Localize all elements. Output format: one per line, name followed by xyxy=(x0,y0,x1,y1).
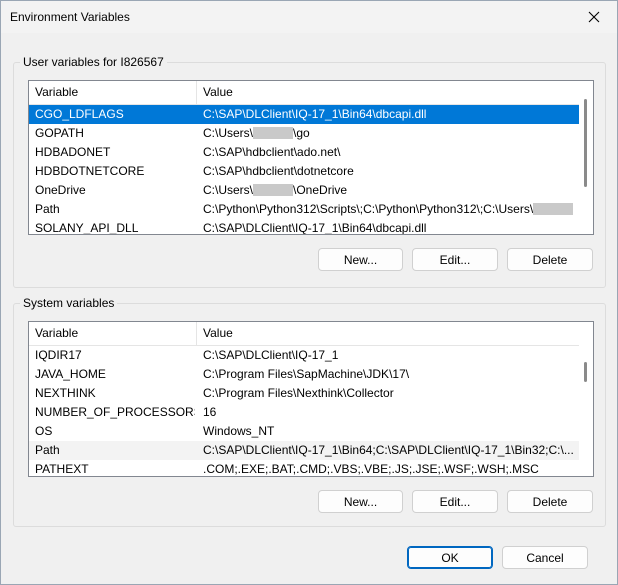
close-button[interactable] xyxy=(571,1,617,33)
variable-value: C:\SAP\DLClient\IQ-17_1\Bin64\dbcapi.dll xyxy=(203,219,575,234)
close-icon xyxy=(588,11,600,23)
value-text: C:\SAP\DLClient\IQ-17_1\Bin64\dbcapi.dll xyxy=(203,221,427,234)
redacted-username xyxy=(253,127,294,139)
variable-value: Windows_NT xyxy=(203,422,575,441)
title-bar: Environment Variables xyxy=(1,1,617,33)
environment-variables-dialog: Environment Variables User variables for… xyxy=(0,0,618,585)
value-text: C:\SAP\hdbclient\dotnetcore xyxy=(203,164,354,178)
variable-name: CGO_LDFLAGS xyxy=(35,107,124,121)
window-title: Environment Variables xyxy=(10,10,130,24)
system-list-header: Variable Value xyxy=(29,322,579,346)
variable-name: IQDIR17 xyxy=(35,348,82,362)
variable-name: PATHEXT xyxy=(35,462,89,476)
user-variable-row[interactable]: HDBADONET C:\SAP\hdbclient\ado.net\ xyxy=(29,143,579,162)
user-variable-row[interactable]: Path C:\Python\Python312\Scripts\;C:\Pyth… xyxy=(29,200,579,219)
system-variables-list[interactable]: Variable Value IQDIR17 C:\SAP\DLClient\IQ… xyxy=(28,321,594,477)
column-header-value[interactable]: Value xyxy=(197,322,579,345)
value-text: Windows_NT xyxy=(203,424,275,438)
user-variables-label: User variables for I826567 xyxy=(20,55,167,69)
variable-value: 16 xyxy=(203,403,575,422)
value-text: C:\SAP\DLClient\IQ-17_1 xyxy=(203,348,339,362)
column-header-value[interactable]: Value xyxy=(197,81,579,104)
variable-value: C:\Program Files\Nexthink\Collector xyxy=(203,384,575,403)
value-text: C:\Program Files\Nexthink\Collector xyxy=(203,386,394,400)
value-text: C:\Program Files\SapMachine\JDK\17\ xyxy=(203,367,410,381)
variable-value: C:\Users\ \go xyxy=(203,124,575,143)
ok-button[interactable]: OK xyxy=(407,546,493,569)
variable-name: OS xyxy=(35,424,53,438)
variable-name: SOLANY_API_DLL xyxy=(35,221,139,234)
user-list-header: Variable Value xyxy=(29,81,579,105)
variable-name: JAVA_HOME xyxy=(35,367,106,381)
system-list-scroll-thumb[interactable] xyxy=(584,362,587,382)
column-header-variable[interactable]: Variable xyxy=(29,81,197,104)
system-new-button[interactable]: New... xyxy=(318,490,403,513)
user-variables-list[interactable]: Variable Value CGO_LDFLAGS C:\SAP\DLClien… xyxy=(28,80,594,235)
system-variables-label: System variables xyxy=(20,296,118,310)
redacted-username xyxy=(533,203,574,215)
variable-value: C:\Program Files\SapMachine\JDK\17\ xyxy=(203,365,575,384)
variable-name: GOPATH xyxy=(35,126,84,140)
value-text: C:\Python\Python312\Scripts\;C:\Python\P… xyxy=(203,202,534,216)
system-variable-row[interactable]: OS Windows_NT xyxy=(29,422,579,441)
variable-name: HDBADONET xyxy=(35,145,111,159)
variable-name: Path xyxy=(35,443,60,457)
value-text-suffix: \OneDrive xyxy=(293,183,348,197)
system-delete-button[interactable]: Delete xyxy=(507,490,593,513)
variable-value: C:\SAP\DLClient\IQ-17_1\Bin64;C:\SAP\DLC… xyxy=(203,441,575,460)
variable-value: C:\Users\ \OneDrive xyxy=(203,181,575,200)
variable-name: NUMBER_OF_PROCESSORS xyxy=(35,405,195,419)
value-text: 16 xyxy=(203,405,217,419)
user-edit-button[interactable]: Edit... xyxy=(412,248,498,271)
user-list-body: CGO_LDFLAGS C:\SAP\DLClient\IQ-17_1\Bin64… xyxy=(29,105,579,234)
variable-value: .COM;.EXE;.BAT;.CMD;.VBS;.VBE;.JS;.JSE;.… xyxy=(203,460,575,476)
variable-value: C:\SAP\hdbclient\dotnetcore xyxy=(203,162,575,181)
variable-value: C:\SAP\DLClient\IQ-17_1 xyxy=(203,346,575,365)
variable-value: C:\SAP\hdbclient\ado.net\ xyxy=(203,143,575,162)
value-text: C:\SAP\DLClient\IQ-17_1\Bin64\dbcapi.dll xyxy=(203,107,427,121)
variable-name: OneDrive xyxy=(35,183,86,197)
value-text: C:\Users\ xyxy=(203,126,254,140)
variable-name: HDBDOTNETCORE xyxy=(35,164,145,178)
user-variable-row[interactable]: GOPATH C:\Users\ \go xyxy=(29,124,579,143)
redacted-username xyxy=(253,184,294,196)
system-variable-row[interactable]: NUMBER_OF_PROCESSORS 16 xyxy=(29,403,579,422)
user-list-scrollbar[interactable] xyxy=(579,81,593,234)
user-list-scroll-thumb[interactable] xyxy=(584,99,587,187)
user-variable-row[interactable]: OneDrive C:\Users\ \OneDrive xyxy=(29,181,579,200)
value-text-suffix: \go xyxy=(293,126,310,140)
user-variable-row[interactable]: CGO_LDFLAGS C:\SAP\DLClient\IQ-17_1\Bin64… xyxy=(29,105,579,124)
value-text: C:\Users\ xyxy=(203,183,254,197)
system-variable-row[interactable]: PATHEXT .COM;.EXE;.BAT;.CMD;.VBS;.VBE;.JS… xyxy=(29,460,579,476)
variable-name: Path xyxy=(35,202,60,216)
system-variable-row[interactable]: JAVA_HOME C:\Program Files\SapMachine\JDK… xyxy=(29,365,579,384)
user-variable-row[interactable]: SOLANY_API_DLL C:\SAP\DLClient\IQ-17_1\Bi… xyxy=(29,219,579,234)
system-edit-button[interactable]: Edit... xyxy=(412,490,498,513)
value-text: C:\SAP\hdbclient\ado.net\ xyxy=(203,145,341,159)
column-header-variable[interactable]: Variable xyxy=(29,322,197,345)
value-text: C:\SAP\DLClient\IQ-17_1\Bin64;C:\SAP\DLC… xyxy=(203,443,574,457)
system-variable-row[interactable]: IQDIR17 C:\SAP\DLClient\IQ-17_1 xyxy=(29,346,579,365)
variable-name: NEXTHINK xyxy=(35,386,96,400)
value-text: .COM;.EXE;.BAT;.CMD;.VBS;.VBE;.JS;.JSE;.… xyxy=(203,462,539,476)
user-delete-button[interactable]: Delete xyxy=(507,248,593,271)
variable-value: C:\Python\Python312\Scripts\;C:\Python\P… xyxy=(203,200,575,219)
system-list-body: IQDIR17 C:\SAP\DLClient\IQ-17_1 JAVA_HOME C… xyxy=(29,346,579,476)
user-variable-row[interactable]: HDBDOTNETCORE C:\SAP\hdbclient\dotnetcore xyxy=(29,162,579,181)
variable-value: C:\SAP\DLClient\IQ-17_1\Bin64\dbcapi.dll xyxy=(203,105,575,124)
system-variable-row[interactable]: NEXTHINK C:\Program Files\Nexthink\Collec… xyxy=(29,384,579,403)
user-new-button[interactable]: New... xyxy=(318,248,403,271)
system-variable-row[interactable]: Path C:\SAP\DLClient\IQ-17_1\Bin64;C:\SAP… xyxy=(29,441,579,460)
cancel-button[interactable]: Cancel xyxy=(502,546,588,569)
system-list-scrollbar[interactable] xyxy=(579,322,593,476)
